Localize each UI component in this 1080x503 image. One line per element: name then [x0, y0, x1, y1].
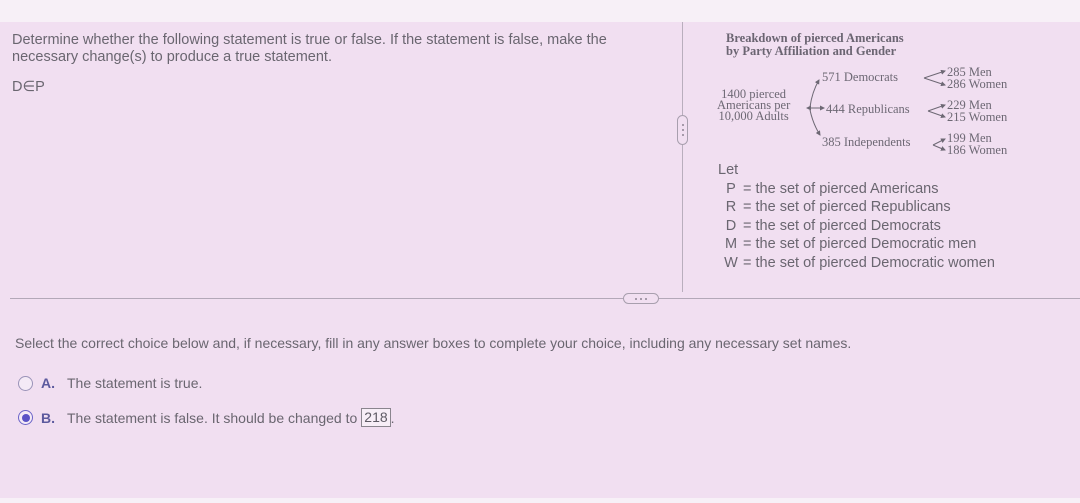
root-line: 10,000 Adults	[718, 109, 789, 123]
definition-row: R = the set of pierced Republicans	[718, 198, 995, 217]
arrow-dem-women	[923, 77, 946, 87]
instruction-text: Select the correct choice below and, if …	[15, 335, 852, 351]
set-description: the set of pierced Republicans	[755, 199, 951, 215]
choice-letter: A.	[41, 375, 55, 391]
vertical-resize-handle[interactable]	[677, 115, 688, 145]
equals: =	[743, 254, 752, 271]
set-symbol: P	[726, 180, 736, 197]
leaf-women: 186 Women	[947, 143, 1008, 157]
equals: =	[743, 217, 752, 234]
set-definitions: Let P = the set of pierced Americans R =…	[718, 161, 995, 272]
choice-b[interactable]: B. The statement is false. It should be …	[18, 408, 395, 427]
equals: =	[743, 236, 752, 252]
horizontal-resize-handle[interactable]	[623, 293, 659, 304]
set-description: the set of pierced Democratic men	[755, 236, 977, 252]
definition-row: M = the set of pierced Democratic men	[718, 235, 995, 254]
definition-row: P = the set of pierced Americans	[718, 180, 995, 199]
radio-b[interactable]	[18, 410, 33, 425]
tree-diagram: Breakdown of pierced Americans by Party …	[700, 22, 1060, 167]
arrow-dem-men	[923, 69, 946, 79]
set-symbol: R	[725, 199, 737, 215]
more-horizontal-icon	[635, 297, 637, 300]
vertical-divider	[682, 22, 683, 292]
radio-selected-dot	[21, 413, 30, 422]
leaf-women: 215 Women	[947, 110, 1008, 124]
diagram-title-line: by Party Affiliation and Gender	[726, 44, 897, 58]
question-prompt: Determine whether the following statemen…	[12, 32, 607, 65]
handle-dot	[681, 134, 684, 136]
choice-letter: B.	[41, 409, 55, 426]
definitions-intro: Let	[718, 162, 739, 178]
diagram-root: 1400 pierced Americans per 10,000 Adults	[717, 88, 790, 123]
node-republicans: 444 Republicans	[826, 102, 910, 116]
leaf-rep: 229 Men 215 Women	[947, 99, 1008, 124]
choice-text: The statement is true.	[67, 375, 203, 391]
definition-row: W = the set of pierced Democratic women	[718, 254, 995, 273]
leaf-women: 286 Women	[947, 77, 1008, 91]
equals: =	[743, 199, 752, 215]
arrow-root-democrats	[809, 79, 820, 108]
handle-dot	[640, 297, 642, 300]
set-symbol: D	[725, 217, 737, 234]
set-description: the set of pierced Americans	[755, 180, 939, 197]
more-vertical-icon	[681, 124, 684, 126]
handle-dot	[681, 129, 684, 131]
question-page: Determine whether the following statemen…	[0, 22, 1080, 498]
choice-suffix: .	[390, 409, 395, 426]
arrow-ind-men	[932, 138, 946, 146]
diagram-title: Breakdown of pierced Americans by Party …	[726, 32, 904, 58]
answer-input[interactable]: 218	[361, 408, 391, 427]
choice-text: The statement is false. It should be cha…	[67, 409, 358, 426]
question-statement: D∈P	[12, 79, 45, 95]
leaf-ind: 199 Men 186 Women	[947, 132, 1008, 157]
set-description: the set of pierced Democratic women	[755, 254, 995, 271]
arrow-rep-men	[927, 103, 946, 112]
node-independents: 385 Independents	[822, 135, 911, 149]
set-symbol: W	[724, 254, 738, 271]
node-democrats: 571 Democrats	[822, 70, 899, 84]
leaf-dem: 285 Men 286 Women	[947, 66, 1008, 91]
arrow-rep-women	[927, 110, 946, 119]
choice-a[interactable]: A. The statement is true.	[18, 375, 202, 391]
horizontal-divider	[10, 298, 1080, 299]
radio-a[interactable]	[18, 375, 33, 391]
set-symbol: M	[724, 236, 738, 252]
equals: =	[743, 180, 752, 197]
arrow-ind-women	[932, 144, 946, 151]
set-description: the set of pierced Democrats	[755, 217, 941, 234]
arrow-root-independents	[809, 109, 821, 136]
handle-dot	[645, 297, 647, 300]
definition-row: D = the set of pierced Democrats	[718, 217, 995, 236]
